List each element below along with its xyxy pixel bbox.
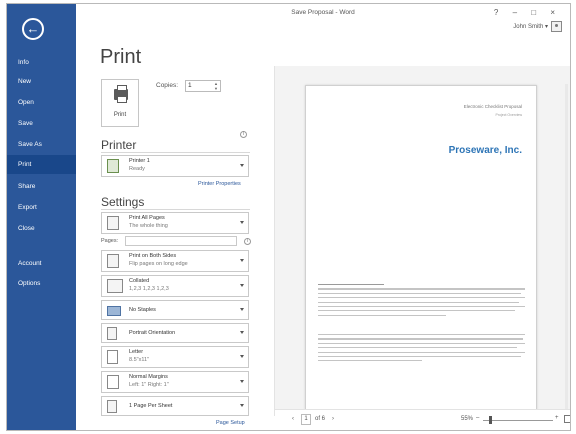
zoom-out-icon[interactable]: – <box>476 415 479 421</box>
chevron-down-icon <box>240 404 244 407</box>
zoom-in-icon[interactable]: + <box>555 415 559 421</box>
page-setup-link[interactable]: Page Setup <box>216 420 245 426</box>
document-header: Electronic Checklist Proposal Project Ov… <box>464 104 522 117</box>
chevron-down-icon <box>240 355 244 358</box>
portrait-icon <box>107 327 117 340</box>
nav-item-account[interactable]: Account <box>7 254 76 273</box>
printer-dropdown[interactable]: Printer 1 Ready <box>101 155 249 177</box>
document-header-subtitle: Project Overview <box>495 113 522 117</box>
divider <box>101 152 250 153</box>
backstage-sidebar: ← Info New Open Save Save As Print Share… <box>7 4 76 430</box>
chevron-down-icon <box>240 284 244 287</box>
zoom-level: 55% <box>461 416 474 422</box>
nav-item-options[interactable]: Options <box>7 274 76 293</box>
body-text-block <box>318 284 525 319</box>
printer-icon <box>107 159 119 173</box>
nav-item-close[interactable]: Close <box>7 219 76 238</box>
sides-dropdown[interactable]: Print on Both Sides Flip pages on long e… <box>101 250 249 272</box>
staple-icon <box>107 306 121 316</box>
pages-per-sheet-dropdown[interactable]: 1 Page Per Sheet <box>101 396 249 416</box>
next-page-icon[interactable]: › <box>332 416 334 422</box>
orientation-dropdown[interactable]: Portrait Orientation <box>101 323 249 343</box>
info-icon[interactable]: i <box>240 131 247 138</box>
document-preview-page: Electronic Checklist Proposal Project Ov… <box>305 85 537 410</box>
printer-status: Ready <box>129 166 145 172</box>
collated-icon <box>107 279 123 293</box>
nav-item-info[interactable]: Info <box>7 53 76 72</box>
chevron-down-icon <box>240 221 244 224</box>
printer-section-title: Printer <box>101 138 137 152</box>
staples-dropdown[interactable]: No Staples <box>101 300 249 320</box>
preview-scrollbar[interactable] <box>565 84 568 409</box>
previous-page-icon[interactable]: ‹ <box>292 416 294 422</box>
page-title: Print <box>100 46 142 68</box>
page-count: of 6 <box>315 416 326 422</box>
copies-input[interactable]: 1 ▲ ▼ <box>185 80 221 92</box>
paper-desc: 8.5"x11" <box>129 357 150 363</box>
margins-label: Normal Margins <box>129 374 168 380</box>
divider <box>101 209 250 210</box>
margins-dropdown[interactable]: Normal Margins Left: 1" Right: 1" <box>101 371 249 393</box>
info-icon[interactable]: i <box>244 238 251 245</box>
pages-input[interactable] <box>125 236 237 246</box>
word-backstage-window: ← Info New Open Save Save As Print Share… <box>6 3 571 431</box>
window-controls[interactable]: ? – □ × <box>494 8 561 17</box>
nav-item-export[interactable]: Export <box>7 198 76 217</box>
zoom-to-page-icon[interactable] <box>564 415 570 423</box>
duplex-icon <box>107 254 119 268</box>
margins-desc: Left: 1" Right: 1" <box>129 382 169 388</box>
chevron-down-icon <box>240 259 244 262</box>
chevron-down-icon <box>240 164 244 167</box>
user-name: John Smith ▾ <box>513 24 548 30</box>
pages-label: Pages: <box>101 238 119 244</box>
margins-icon <box>107 375 119 389</box>
body-text-block <box>318 334 525 365</box>
title-bar: Save Proposal - Word ? – □ × John Smith … <box>76 4 570 32</box>
nav-item-open[interactable]: Open <box>7 93 76 112</box>
staples-label: No Staples <box>129 307 156 313</box>
company-name: Proseware, Inc. <box>448 145 522 156</box>
printer-icon <box>114 85 128 103</box>
nav-item-save[interactable]: Save <box>7 114 76 133</box>
print-button[interactable]: Print <box>101 79 139 127</box>
collation-dropdown[interactable]: Collated 1,2,3 1,2,3 1,2,3 <box>101 275 249 297</box>
print-button-label: Print <box>113 112 127 118</box>
nav-item-save-as[interactable]: Save As <box>7 135 76 154</box>
print-pages-label: Print All Pages <box>129 215 165 221</box>
user-account[interactable]: John Smith ▾ <box>513 21 562 32</box>
paper-icon <box>107 350 118 364</box>
page-icon <box>107 400 117 413</box>
pages-per-sheet-label: 1 Page Per Sheet <box>129 403 173 409</box>
zoom-slider[interactable] <box>483 420 553 421</box>
nav-item-share[interactable]: Share <box>7 177 76 196</box>
copies-label: Copies: <box>156 82 179 89</box>
back-arrow-icon[interactable]: ← <box>22 18 44 40</box>
collated-desc: 1,2,3 1,2,3 1,2,3 <box>129 286 169 292</box>
preview-status-bar: ‹ 1 of 6 › 55% – + <box>275 409 570 430</box>
document-header-title: Electronic Checklist Proposal <box>463 104 522 109</box>
print-pages-desc: The whole thing <box>129 223 168 229</box>
nav-item-print[interactable]: Print <box>7 155 76 174</box>
print-pages-dropdown[interactable]: Print All Pages The whole thing <box>101 212 249 234</box>
chevron-down-icon <box>240 380 244 383</box>
copies-stepper[interactable]: ▲ ▼ <box>212 81 220 91</box>
zoom-slider-thumb[interactable] <box>489 416 492 424</box>
sides-desc: Flip pages on long edge <box>129 261 188 267</box>
current-page-input[interactable]: 1 <box>301 414 311 425</box>
chevron-down-icon <box>240 308 244 311</box>
pages-icon <box>107 216 119 230</box>
printer-name: Printer 1 <box>129 158 150 164</box>
paper-label: Letter <box>129 349 144 355</box>
chevron-down-icon <box>240 331 244 334</box>
sides-label: Print on Both Sides <box>129 253 177 259</box>
copies-value: 1 <box>188 82 192 89</box>
collated-label: Collated <box>129 278 150 284</box>
printer-properties-link[interactable]: Printer Properties <box>198 181 241 187</box>
paper-size-dropdown[interactable]: Letter 8.5"x11" <box>101 346 249 368</box>
avatar <box>551 21 562 32</box>
settings-section-title: Settings <box>101 195 145 209</box>
nav-item-new[interactable]: New <box>7 72 76 91</box>
orientation-label: Portrait Orientation <box>129 330 176 336</box>
